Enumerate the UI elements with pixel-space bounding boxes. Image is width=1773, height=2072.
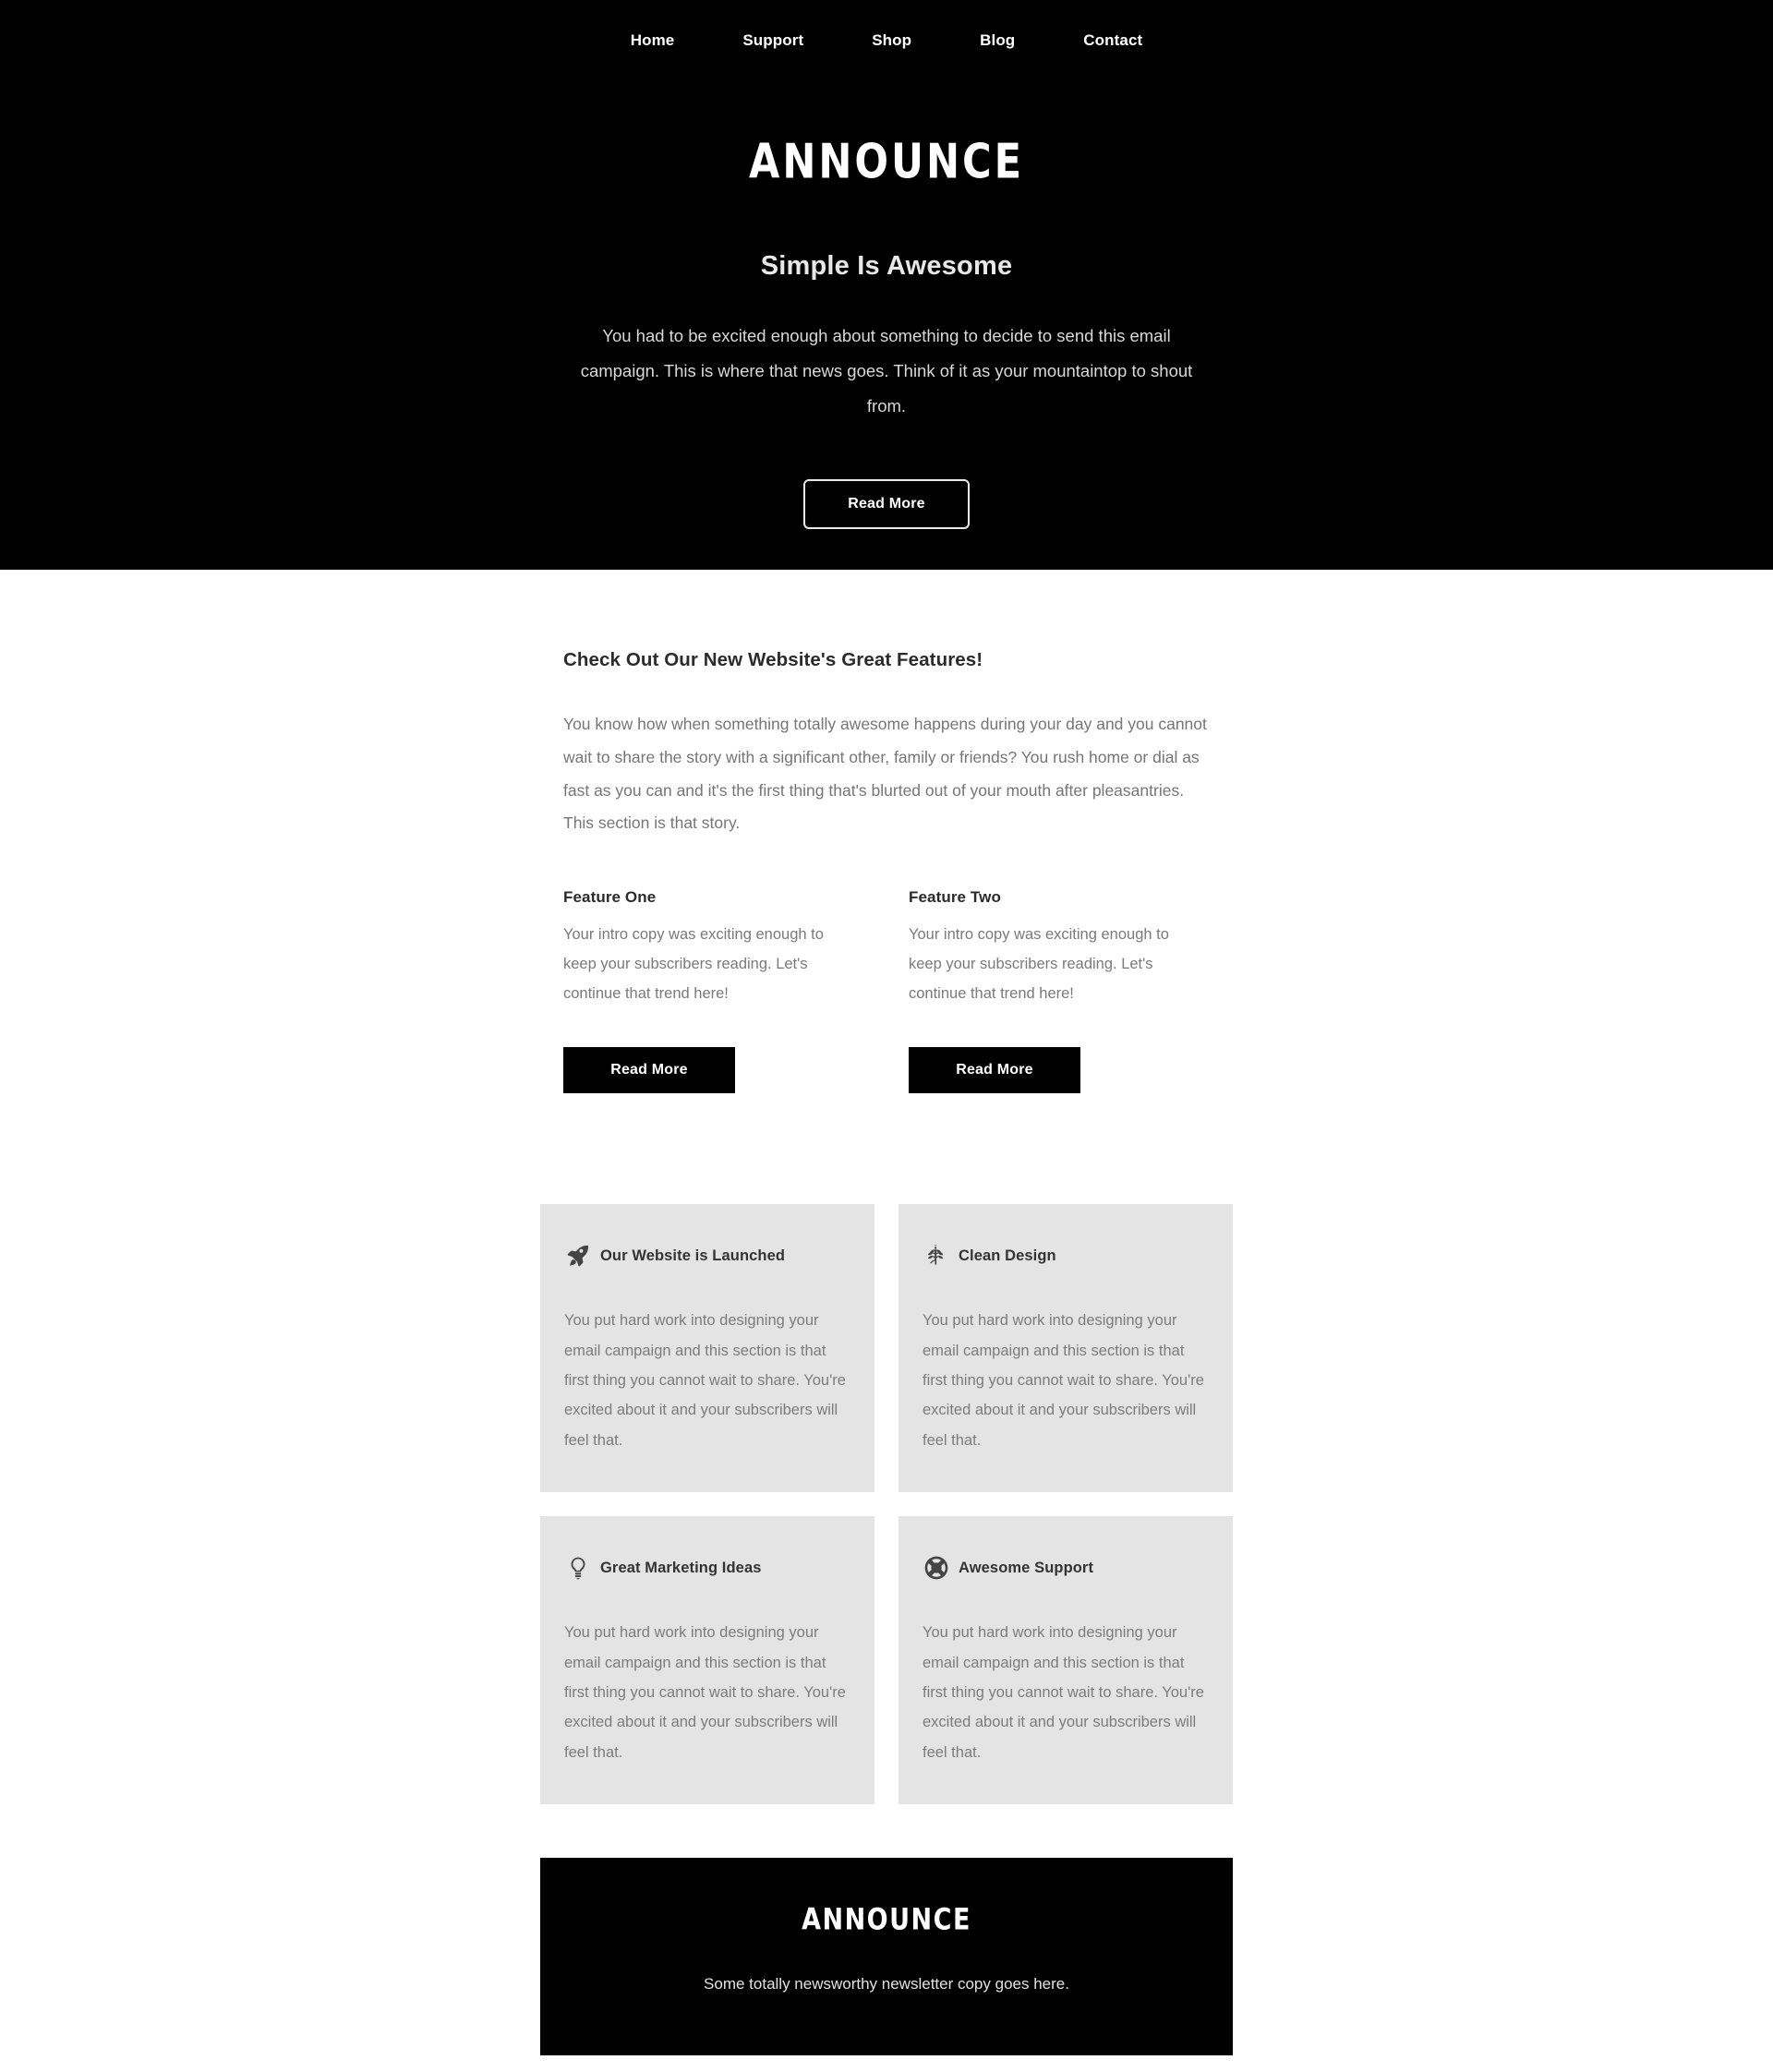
nav-item-home[interactable]: Home [597,31,709,50]
card-title: Awesome Support [959,1559,1094,1576]
hero-content: ANNOUNCE Simple Is Awesome You had to be… [425,138,1348,529]
footer-logo-wrap: ANNOUNCE [559,1903,1214,1938]
nav-item-blog[interactable]: Blog [946,31,1049,50]
feature-buttons-row: Read More Read More [563,1047,1210,1094]
feature-column-two: Feature Two Your intro copy was exciting… [909,888,1210,1008]
feature-one-read-more-button[interactable]: Read More [563,1047,735,1094]
feature-one-button-cell: Read More [563,1047,909,1094]
card-great-marketing-ideas[interactable]: Great Marketing Ideas You put hard work … [540,1516,874,1805]
card-title: Great Marketing Ideas [600,1559,762,1576]
feature-column-one: Feature One Your intro copy was exciting… [563,888,909,1008]
section-title: Check Out Our New Website's Great Featur… [563,648,983,670]
card-body-text: You put hard work into designing your em… [564,1312,846,1449]
feature-two-text: Your intro copy was exciting enough to k… [909,926,1169,1002]
rocket-icon [564,1242,592,1270]
card-header: Clean Design [923,1235,1209,1276]
nav-item-support[interactable]: Support [708,31,838,50]
feature-one-title: Feature One [563,888,657,907]
feature-card-grid: Our Website is Launched You put hard wor… [540,1204,1233,1805]
card-body-text: You put hard work into designing your em… [923,1624,1204,1761]
feature-two-read-more-button[interactable]: Read More [909,1047,1080,1094]
card-clean-design[interactable]: Clean Design You put hard work into desi… [899,1204,1233,1493]
lifebuoy-icon [923,1554,950,1582]
card-awesome-support[interactable]: Awesome Support You put hard work into d… [899,1516,1233,1805]
card-title: Clean Design [959,1247,1056,1264]
hero-read-more-button[interactable]: Read More [803,478,970,529]
hero-body-text: You had to be excited enough about somet… [580,326,1193,416]
footer-brand-logo: ANNOUNCE [802,1903,971,1938]
hero-section: Home Support Shop Blog Contact ANNOUNCE … [0,0,1773,570]
hero-cta-wrap: Read More [425,478,1348,529]
hero-title: Simple Is Awesome [760,251,1013,281]
nav-item-shop[interactable]: Shop [838,31,946,50]
feature-two-title: Feature Two [909,888,1001,907]
card-header: Our Website is Launched [564,1235,850,1276]
card-body-text: You put hard work into designing your em… [923,1312,1204,1449]
footer-copy-text: Some totally newsworthy newsletter copy … [704,1975,1069,1994]
lightbulb-icon [564,1554,592,1582]
section-body-text: You know how when something totally awes… [563,714,1207,833]
brand-logo: ANNOUNCE [749,134,1024,190]
leaf-icon [923,1242,950,1270]
feature-columns: Feature One Your intro copy was exciting… [563,888,1210,1008]
feature-one-text: Your intro copy was exciting enough to k… [563,926,824,1002]
card-body-text: You put hard work into designing your em… [564,1624,846,1761]
card-header: Awesome Support [923,1548,1209,1588]
nav-item-contact[interactable]: Contact [1049,31,1176,50]
feature-two-button-cell: Read More [909,1047,1210,1094]
main-content: Check Out Our New Website's Great Featur… [0,569,1773,2056]
main-navigation: Home Support Shop Blog Contact [0,17,1773,65]
card-title: Our Website is Launched [600,1247,786,1264]
brand-logo-wrap: ANNOUNCE [425,138,1348,186]
intro-container: Check Out Our New Website's Great Featur… [563,649,1210,1094]
card-our-website-is-launched[interactable]: Our Website is Launched You put hard wor… [540,1204,874,1493]
footer-section: ANNOUNCE Some totally newsworthy newslet… [540,1858,1233,2056]
card-header: Great Marketing Ideas [564,1548,850,1588]
